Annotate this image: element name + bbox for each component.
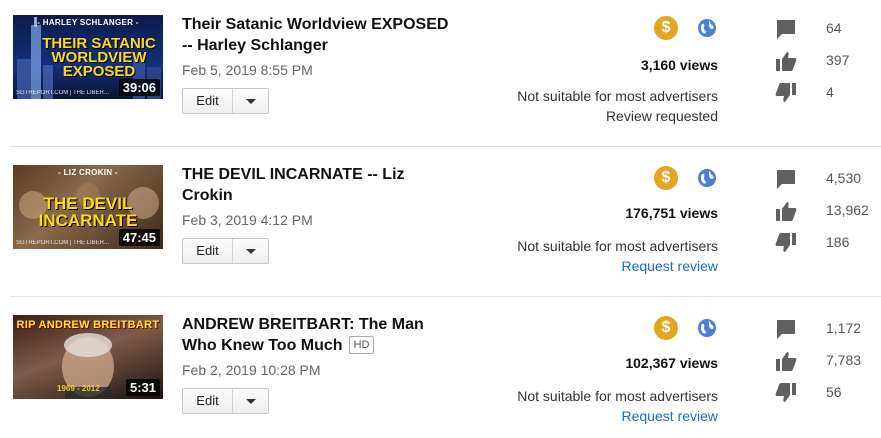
like-count: 7,783 <box>826 352 862 368</box>
video-title[interactable]: ANDREW BREITBART: The Man Who Knew Too M… <box>182 314 452 356</box>
comment-count: 64 <box>826 20 842 36</box>
thumbs-down-icon[interactable] <box>775 232 797 254</box>
edit-button-group: Edit <box>182 388 269 414</box>
dislike-count: 186 <box>826 234 850 250</box>
thumbnail-footer: SGTREPORT.COM | THE LIBER... <box>16 90 110 96</box>
edit-dropdown-button[interactable] <box>233 389 268 413</box>
thumbnail-title: THEIR SATANIC WORLDVIEW EXPOSED <box>42 35 156 80</box>
video-date: Feb 5, 2019 8:55 PM <box>182 62 313 78</box>
row-divider <box>10 146 881 147</box>
video-title-text: ANDREW BREITBART: The Man Who Knew Too M… <box>182 316 424 354</box>
edit-dropdown-button[interactable] <box>233 239 268 263</box>
video-thumbnail[interactable]: - HARLEY SCHLANGER - THEIR SATANIC WORLD… <box>13 15 163 99</box>
request-review-link[interactable]: Request review <box>622 408 719 424</box>
video-date: Feb 3, 2019 4:12 PM <box>182 212 313 228</box>
edit-button[interactable]: Edit <box>183 89 233 113</box>
request-review-link[interactable]: Request review <box>622 258 719 274</box>
edit-button[interactable]: Edit <box>183 389 233 413</box>
video-thumbnail[interactable]: - LIZ CROKIN - THE DEVIL INCARNATE SGTRE… <box>13 165 163 249</box>
row-divider <box>10 296 881 297</box>
dollar-icon[interactable]: $ <box>654 316 678 340</box>
chevron-down-icon <box>245 398 256 404</box>
video-duration: 47:45 <box>118 229 160 246</box>
video-title[interactable]: Their Satanic Worldview EXPOSED -- Harle… <box>182 14 452 56</box>
like-count: 397 <box>826 52 850 68</box>
advertiser-status: Not suitable for most advertisers <box>517 88 718 104</box>
comment-count: 1,172 <box>826 320 862 336</box>
edit-dropdown-button[interactable] <box>233 89 268 113</box>
thumbs-down-icon[interactable] <box>775 82 797 104</box>
thumbnail-footer: SGTREPORT.COM | THE LIBER... <box>16 240 110 246</box>
chevron-down-icon <box>245 248 256 254</box>
video-title[interactable]: THE DEVIL INCARNATE -- Liz Crokin <box>182 164 452 206</box>
comment-icon <box>777 320 795 339</box>
edit-button-group: Edit <box>182 88 269 114</box>
thumbs-up-icon[interactable] <box>775 50 797 72</box>
thumbnail-caption: - HARLEY SCHLANGER - <box>37 18 139 27</box>
thumbnail-caption: - LIZ CROKIN - <box>58 168 118 177</box>
edit-button-group: Edit <box>182 238 269 264</box>
video-row: - HARLEY SCHLANGER - THEIR SATANIC WORLD… <box>0 0 881 150</box>
comment-icon <box>777 170 795 189</box>
dislike-count: 56 <box>826 384 842 400</box>
advertiser-status: Not suitable for most advertisers <box>517 388 718 404</box>
advertiser-status: Not suitable for most advertisers <box>517 238 718 254</box>
like-count: 13,962 <box>826 202 869 218</box>
video-row: - LIZ CROKIN - THE DEVIL INCARNATE SGTRE… <box>0 150 881 300</box>
dislike-count: 4 <box>826 84 834 100</box>
dollar-icon[interactable]: $ <box>654 166 678 190</box>
view-count: 176,751 views <box>625 205 718 221</box>
hd-badge: HD <box>348 336 375 354</box>
video-row: RIP ANDREW BREITBART 1969 - 2012 5:31 AN… <box>0 300 881 438</box>
review-status: Review requested <box>605 108 718 124</box>
video-thumbnail[interactable]: RIP ANDREW BREITBART 1969 - 2012 5:31 <box>13 315 163 399</box>
comment-icon <box>777 20 795 39</box>
edit-button[interactable]: Edit <box>183 239 233 263</box>
comment-count: 4,530 <box>826 170 862 186</box>
dollar-icon[interactable]: $ <box>654 16 678 40</box>
video-duration: 39:06 <box>118 79 160 96</box>
video-duration: 5:31 <box>125 379 160 396</box>
thumbs-up-icon[interactable] <box>775 200 797 222</box>
thumbnail-footer: 1969 - 2012 <box>57 384 100 393</box>
globe-icon[interactable] <box>697 318 717 338</box>
thumbs-down-icon[interactable] <box>775 382 797 404</box>
globe-icon[interactable] <box>697 18 717 38</box>
globe-icon[interactable] <box>697 168 717 188</box>
view-count: 102,367 views <box>625 355 718 371</box>
chevron-down-icon <box>245 98 256 104</box>
thumbnail-caption: RIP ANDREW BREITBART <box>16 319 160 331</box>
view-count: 3,160 views <box>640 57 718 73</box>
thumbs-up-icon[interactable] <box>775 350 797 372</box>
video-date: Feb 2, 2019 10:28 PM <box>182 362 321 378</box>
thumbnail-title: THE DEVIL INCARNATE <box>38 194 138 230</box>
